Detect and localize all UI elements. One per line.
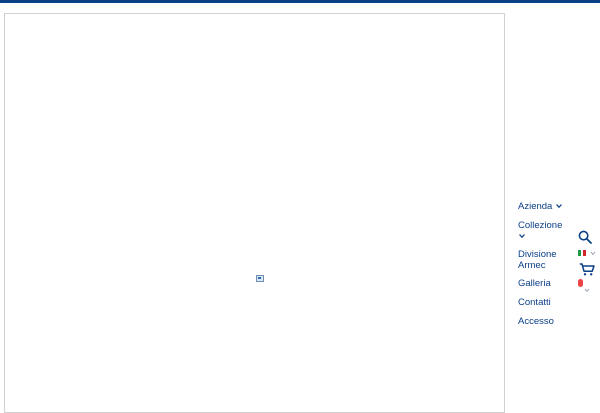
menu-item-azienda[interactable]: Azienda <box>518 201 563 212</box>
chevron-down-icon <box>590 251 596 256</box>
chevron-down-icon <box>519 234 525 239</box>
menu-item-divisione-armec-label: Divisione Armec <box>518 249 557 271</box>
language-switcher[interactable] <box>578 250 598 258</box>
top-accent-bar <box>0 0 600 3</box>
menu-item-contatti-label: Contatti <box>518 297 551 308</box>
search-icon[interactable] <box>578 230 592 244</box>
menu-item-galleria-label: Galleria <box>518 278 551 289</box>
main-image-frame <box>4 13 505 413</box>
menu-item-contatti[interactable]: Contatti <box>518 297 551 308</box>
chevron-down-icon[interactable] <box>584 288 590 293</box>
menu-item-collezione-label: Collezione <box>518 220 563 231</box>
menu-item-divisione-armec[interactable]: Divisione Armec <box>518 249 578 271</box>
broken-image-icon <box>256 275 264 282</box>
menu-item-collezione[interactable]: Collezione <box>518 220 562 242</box>
cart-icon[interactable] <box>579 263 595 276</box>
menu-item-galleria[interactable]: Galleria <box>518 278 551 289</box>
italy-flag-icon <box>578 250 587 256</box>
cart-count-badge <box>578 279 583 287</box>
menu-item-azienda-label: Azienda <box>518 201 553 212</box>
chevron-down-icon <box>556 204 562 209</box>
menu-item-accesso-label: Accesso <box>518 316 554 327</box>
menu-item-accesso[interactable]: Accesso <box>518 316 554 327</box>
